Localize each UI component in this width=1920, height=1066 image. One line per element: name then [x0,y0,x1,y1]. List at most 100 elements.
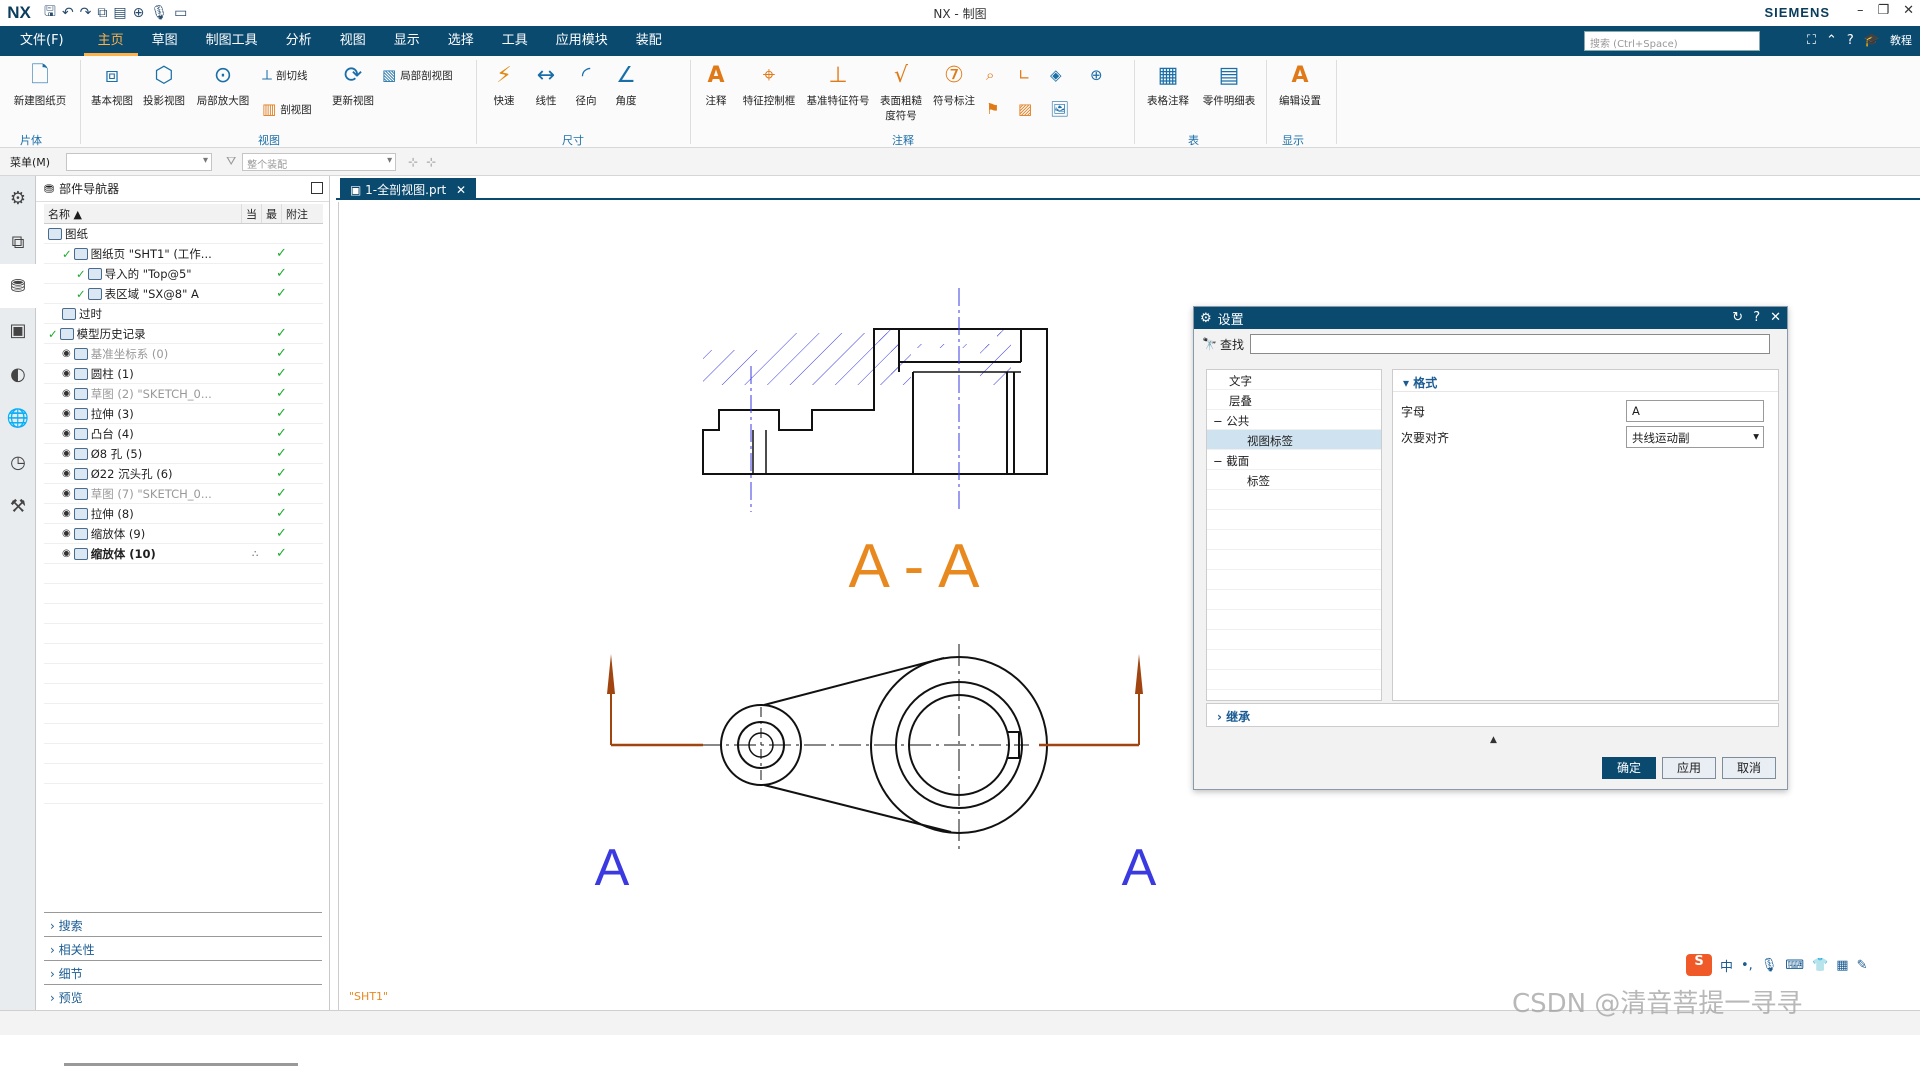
close-icon[interactable]: ✕ [1903,3,1914,18]
redo-icon[interactable]: ↷ [80,5,92,21]
navigator-row[interactable]: ◉ 草图 (7) "SKETCH_0... ✓ [44,484,323,504]
parts-list-button[interactable]: ▤ 零件明细表 [1198,62,1260,108]
hd3d-icon[interactable]: ◐ [0,352,36,396]
find-input[interactable] [1249,334,1770,354]
status-check-icon[interactable]: ✓ [62,247,72,261]
navigator-row[interactable]: ✓ 模型历史记录 ✓ [44,324,323,344]
settings-tree-item[interactable]: 视图标签 [1207,430,1381,450]
format-section-header[interactable]: ▾ 格式 [1393,370,1778,392]
top-view[interactable] [699,644,1048,850]
preview-section[interactable]: › 预览 [44,984,322,1006]
apps-icon[interactable]: ▦ [1836,958,1848,973]
letter-input[interactable]: A [1626,400,1764,422]
microphone-icon[interactable]: 🎙 [150,5,168,21]
update-view-button[interactable]: ⟳ 更新视图 [328,62,378,108]
navigator-row[interactable]: 过时 [44,304,323,324]
settings-tree-item[interactable]: 标签 [1207,470,1381,490]
status-check-icon[interactable]: ✓ [76,267,86,281]
assembly-navigator-icon[interactable]: ⧉ [0,220,36,264]
tabular-note-button[interactable]: ▦ 表格注释 [1140,62,1196,108]
status-check-icon[interactable]: ✓ [76,287,86,301]
visibility-eye-icon[interactable]: ◉ [62,388,71,399]
id-symbol-button[interactable]: ⑦ 符号标注 [928,62,980,108]
snap-point-icon[interactable]: ⊹ [426,155,436,169]
filter-icon[interactable]: ⛛ [226,154,236,169]
linear-dimension-button[interactable]: ↔ 线性 [526,62,566,108]
history-icon[interactable]: ◷ [0,440,36,484]
section-view-label[interactable]: A - A [849,532,981,601]
window-icon[interactable]: ▭ [174,5,187,21]
help-icon[interactable]: ? [1753,310,1760,325]
navigator-row[interactable]: ◉ 拉伸 (8) ✓ [44,504,323,524]
visibility-eye-icon[interactable]: ◉ [62,348,71,359]
settings-tree-item[interactable]: 文字 [1207,370,1381,390]
navigator-row[interactable]: ◉ 缩放体 (9) ✓ [44,524,323,544]
flag-note-button[interactable]: ⚑ [986,100,999,118]
new-sheet-button[interactable]: 🗋 新建图纸页 [8,62,72,108]
cut-letter-right[interactable]: A [1122,839,1157,897]
column-latest[interactable]: 最 [262,204,282,223]
inherit-section[interactable]: › 继承 [1206,703,1779,727]
visibility-eye-icon[interactable]: ◉ [62,508,71,519]
collapse-ribbon-icon[interactable]: ⌃ [1826,33,1837,48]
break-out-section-button[interactable]: ▧ 局部剖视图 [382,66,453,84]
document-tab[interactable]: ▣ 1-全剖视图.prt ✕ [340,178,477,200]
ok-button[interactable]: 确定 [1602,757,1656,779]
visibility-eye-icon[interactable]: ◉ [62,528,71,539]
paste-icon[interactable]: ▤ [113,5,126,21]
visibility-eye-icon[interactable]: ◉ [62,488,71,499]
navigator-row[interactable]: ◉ 凸台 (4) ✓ [44,424,323,444]
navigator-row[interactable]: ◉ Ø22 沉头孔 (6) ✓ [44,464,323,484]
visibility-eye-icon[interactable]: ◉ [62,468,71,479]
snap-icon[interactable]: ⊹ [408,155,418,169]
surface-finish-button[interactable]: √ 表面粗糙 度符号 [876,62,926,123]
copy-icon[interactable]: ⧉ [97,5,107,21]
fill-button[interactable]: ◈ [1050,66,1062,84]
tab-view[interactable]: 视图 [326,26,380,56]
type-filter-select[interactable] [66,152,213,171]
navigator-row[interactable]: 图纸 [44,224,323,244]
note-button[interactable]: A 注释 [696,62,736,108]
close-icon[interactable]: ✕ [1770,310,1781,325]
image-button[interactable]: 🖼 [1050,100,1069,118]
close-tab-icon[interactable]: ✕ [456,183,466,197]
edit-settings-button[interactable]: A 编辑设置 [1272,62,1328,108]
dependencies-section[interactable]: › 相关性 [44,936,322,958]
navigator-row[interactable]: ◉ 草图 (2) "SKETCH_0... ✓ [44,384,323,404]
roles-icon[interactable]: ⚒ [0,484,36,528]
part-navigator-icon[interactable]: ⛃ [0,264,36,308]
tutorial-icon[interactable]: 🎓 [1864,33,1880,48]
navigator-row[interactable]: ◉ 圆柱 (1) ✓ [44,364,323,384]
ime-language[interactable]: 中 [1720,956,1733,975]
navigator-row[interactable]: ◉ 缩放体 (10) ⛬ ✓ [44,544,323,564]
punctuation-icon[interactable]: •, [1741,958,1753,973]
collapse-arrow-icon[interactable]: ▲ [1490,735,1497,745]
section-view-button[interactable]: ▥ 剖视图 [262,100,312,118]
feature-control-frame-button[interactable]: ⌖ 特征控制框 [738,62,800,108]
search-section[interactable]: › 搜索 [44,912,322,934]
visibility-eye-icon[interactable]: ◉ [62,368,71,379]
column-notes[interactable]: 附注 [282,204,318,223]
navigator-row[interactable]: ✓ 图纸页 "SHT1" (工作... ✓ [44,244,323,264]
apply-button[interactable]: 应用 [1662,757,1716,779]
secondary-align-select[interactable]: 共线运动副 [1626,426,1764,448]
sogou-icon[interactable]: S [1686,954,1712,976]
settings-tree-item[interactable]: 层叠 [1207,390,1381,410]
microphone-icon[interactable]: 🎙 [1761,958,1778,973]
reuse-library-icon[interactable]: ▣ [0,308,36,352]
cut-letter-left[interactable]: A [595,839,630,897]
navigator-row[interactable]: ◉ 基准坐标系 (0) ✓ [44,344,323,364]
weld-symbol-button[interactable]: ∟ [1018,66,1031,84]
projected-view-button[interactable]: ⬡ 投影视图 [140,62,188,108]
section-view-a-a[interactable] [702,288,1048,512]
reset-icon[interactable]: ↻ [1732,310,1743,325]
restore-icon[interactable]: ❐ [1877,3,1889,18]
menu-button[interactable]: 菜单(M) [0,154,60,170]
settings-icon[interactable]: ⚙ [0,176,36,220]
touch-mode-icon[interactable]: ⊕ [133,5,145,21]
tab-drafting-tools[interactable]: 制图工具 [192,26,272,56]
hatch-button[interactable]: ▨ [1018,100,1032,118]
visibility-eye-icon[interactable]: ◉ [62,428,71,439]
visibility-eye-icon[interactable]: ◉ [62,448,71,459]
detail-view-button[interactable]: ⊙ 局部放大图 [192,62,254,108]
